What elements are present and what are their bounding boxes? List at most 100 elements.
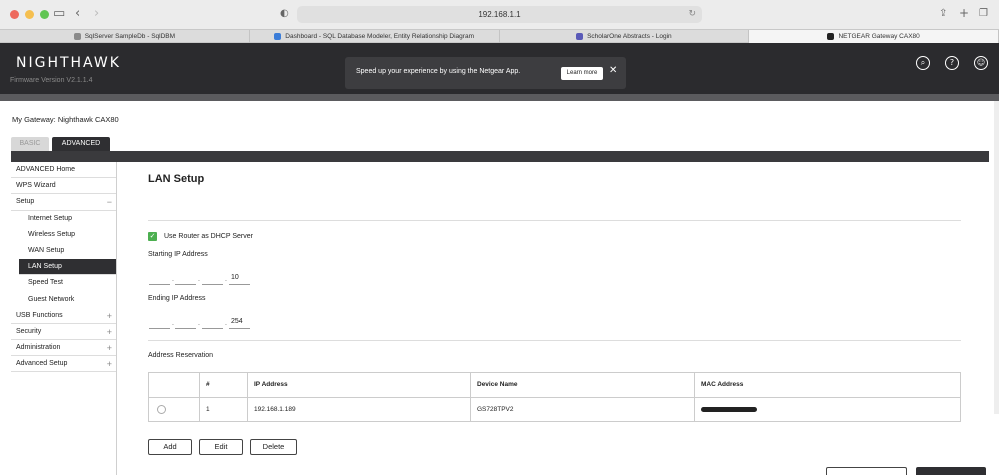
start-ip-octet-3[interactable]: [202, 273, 223, 285]
table-header: # IP Address Device Name MAC Address: [149, 373, 960, 398]
sidebar-item-label: Speed Test: [28, 279, 63, 287]
sidebar-item[interactable]: LAN Setup: [19, 259, 116, 276]
row-mac: [694, 398, 960, 422]
favicon-icon: [576, 33, 584, 40]
row-device: GS728TPV2: [470, 398, 696, 422]
new-tab-icon[interactable]: +: [959, 6, 969, 20]
sidebar-item[interactable]: Security +: [11, 324, 116, 341]
cancel-button-partial[interactable]: [826, 467, 907, 475]
learn-more-button[interactable]: Learn more: [561, 67, 603, 80]
close-window-button[interactable]: [10, 10, 19, 19]
zoom-window-button[interactable]: [40, 10, 49, 19]
forward-icon[interactable]: ›: [94, 6, 99, 21]
sidebar-item[interactable]: Wireless Setup: [11, 227, 116, 243]
browser-tab[interactable]: SqlServer SampleDb - SqlDBM: [0, 30, 250, 43]
delete-button[interactable]: Delete: [250, 439, 297, 455]
column-header: IP Address: [247, 373, 472, 397]
sidebar-item[interactable]: USB Functions +: [11, 308, 116, 324]
column-header: MAC Address: [694, 373, 960, 397]
browser-tab[interactable]: NETGEAR Gateway CAX80: [749, 30, 999, 43]
divider: [148, 340, 961, 341]
search-icon[interactable]: ⌕: [916, 56, 930, 70]
sidebar-item[interactable]: Advanced Setup +: [11, 356, 116, 373]
start-ip-octet-1[interactable]: [149, 273, 170, 285]
dot-separator: .: [172, 276, 174, 283]
sidebar: ADVANCED Home WPS Wizard Setup − Internet Se…: [11, 162, 116, 373]
start-ip-octet-2[interactable]: [175, 273, 196, 285]
edit-button[interactable]: Edit: [199, 439, 243, 455]
sidebar-item[interactable]: Internet Setup: [11, 211, 116, 227]
firmware-version: Firmware Version V2.1.1.4: [10, 77, 93, 84]
sidebar-item-label: Guest Network: [28, 295, 75, 303]
expand-icon[interactable]: +: [107, 324, 112, 340]
sidebar-item-label: WPS Wizard: [16, 182, 56, 190]
brand-logo: NIGHTHAWK: [16, 55, 121, 71]
column-header: #: [199, 373, 247, 397]
browser-tab[interactable]: ScholarOne Abstracts - Login: [500, 30, 750, 43]
banner-text: Speed up your experience by using the Ne…: [356, 68, 521, 75]
dot-separator: .: [198, 276, 200, 283]
minimize-window-button[interactable]: [25, 10, 34, 19]
gateway-label: My Gateway: Nighthawk CAX80: [12, 115, 119, 124]
privacy-shield-icon[interactable]: ◐: [280, 8, 289, 19]
window-controls: [10, 10, 49, 19]
start-ip-octet-4[interactable]: 10: [229, 273, 250, 285]
sidebar-item[interactable]: WPS Wizard: [11, 178, 116, 195]
row-select-radio[interactable]: [157, 405, 166, 414]
sidebar-item[interactable]: Setup −: [11, 194, 116, 211]
table-row[interactable]: 1 192.168.1.189 GS728TPV2: [149, 398, 960, 422]
address-reservation-label: Address Reservation: [148, 352, 213, 359]
page-title: LAN Setup: [148, 173, 205, 185]
address-bar[interactable]: 192.168.1.1 ↻: [297, 6, 702, 23]
sidebar-item-label: WAN Setup: [28, 246, 65, 254]
close-icon[interactable]: ✕: [609, 65, 617, 76]
sidebar-item-label: Wireless Setup: [28, 230, 76, 238]
row-ip: 192.168.1.189: [247, 398, 472, 422]
tab-strip: SqlServer SampleDb - SqlDBM Dashboard - S…: [0, 29, 999, 43]
url-text: 192.168.1.1: [478, 10, 521, 19]
end-ip-octet-4[interactable]: 254: [229, 317, 250, 329]
row-number: 1: [199, 398, 247, 422]
expand-icon[interactable]: +: [107, 356, 112, 372]
tab-overview-icon[interactable]: ❐: [979, 8, 988, 19]
tab-basic[interactable]: BASIC: [11, 137, 49, 151]
add-button[interactable]: Add: [148, 439, 192, 455]
favicon-icon: [73, 33, 81, 40]
sidebar-item[interactable]: WAN Setup: [11, 243, 116, 259]
end-ip-octet-2[interactable]: [175, 317, 196, 329]
sidebar-toggle-icon[interactable]: ▭: [53, 6, 65, 21]
end-ip-octet-3[interactable]: [202, 317, 223, 329]
content-top-bar: [11, 151, 989, 162]
sidebar-item[interactable]: ADVANCED Home: [11, 162, 116, 179]
expand-icon[interactable]: +: [107, 340, 112, 356]
sidebar-item[interactable]: Administration +: [11, 340, 116, 357]
tab-label: SqlServer SampleDb - SqlDBM: [84, 33, 176, 40]
favicon-icon: [827, 33, 835, 40]
tab-advanced[interactable]: ADVANCED: [52, 137, 110, 151]
redacted-mac: [701, 406, 757, 412]
sidebar-divider: [116, 162, 117, 475]
dot-separator: .: [225, 320, 227, 327]
sidebar-item-label: ADVANCED Home: [16, 166, 75, 173]
sidebar-item[interactable]: Guest Network: [11, 292, 116, 308]
starting-ip-label: Starting IP Address: [148, 251, 208, 258]
account-icon[interactable]: ☺: [974, 56, 988, 70]
divider: [148, 220, 961, 221]
sidebar-item-label: Internet Setup: [28, 214, 72, 222]
dot-separator: .: [198, 320, 200, 327]
dhcp-checkbox[interactable]: ✓: [148, 232, 157, 241]
tab-label: ScholarOne Abstracts - Login: [587, 33, 672, 40]
share-icon[interactable]: ⇪: [939, 8, 947, 19]
collapse-icon[interactable]: −: [107, 194, 112, 210]
sidebar-item-label: Advanced Setup: [16, 360, 68, 368]
back-icon[interactable]: ‹: [75, 6, 80, 21]
end-ip-octet-1[interactable]: [149, 317, 170, 329]
apply-button-partial[interactable]: [916, 467, 986, 475]
scrollbar[interactable]: [994, 101, 999, 414]
help-icon[interactable]: ?: [945, 56, 959, 70]
sidebar-item[interactable]: Speed Test: [11, 275, 116, 291]
dot-separator: .: [225, 276, 227, 283]
reload-icon[interactable]: ↻: [688, 6, 696, 23]
browser-tab[interactable]: Dashboard - SQL Database Modeler, Entity…: [250, 30, 500, 43]
expand-icon[interactable]: +: [107, 308, 112, 324]
